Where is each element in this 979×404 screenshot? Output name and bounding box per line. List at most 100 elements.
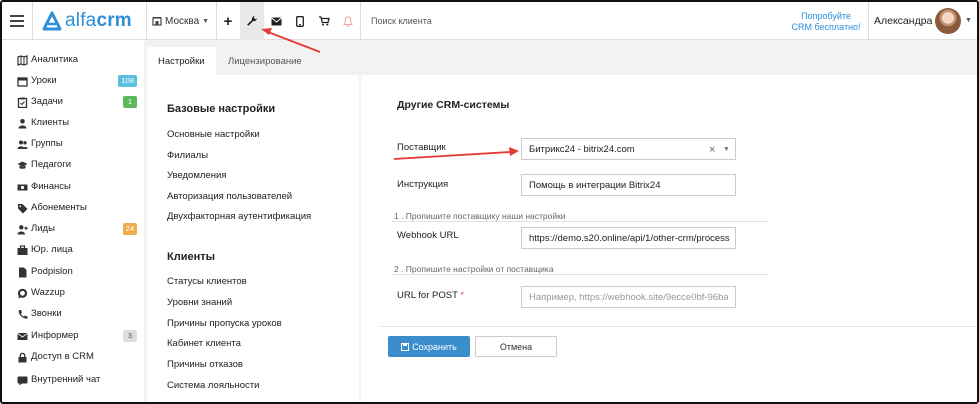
- user-icon: [18, 119, 27, 129]
- add-button[interactable]: +: [216, 2, 240, 40]
- crm-integration-panel: Другие CRM-системы Поставщик Битрикс24 -…: [361, 75, 977, 402]
- settings-button[interactable]: [240, 2, 264, 40]
- menu-link[interactable]: Филиалы: [167, 150, 208, 161]
- chevron-down-icon[interactable]: ▼: [723, 146, 730, 153]
- tab-settings[interactable]: Настройки: [147, 47, 216, 75]
- briefcase-icon: [17, 245, 28, 255]
- count-badge: 3: [123, 330, 137, 342]
- divider: [32, 2, 33, 40]
- sidebar-item-label: Звонки: [31, 308, 62, 319]
- user-plus-icon: [17, 225, 28, 235]
- sidebar-item-label: Podpislon: [31, 266, 73, 277]
- bell-icon: [343, 15, 353, 27]
- menu-icon[interactable]: [10, 15, 24, 27]
- post-url-input[interactable]: [521, 286, 736, 308]
- mail-icon: [270, 16, 282, 25]
- sidebar-item[interactable]: Лиды 24: [2, 219, 144, 240]
- cancel-button[interactable]: Отмена: [475, 336, 557, 357]
- city-selector[interactable]: Москва ▼: [152, 2, 216, 40]
- webhook-label: Webhook URL: [397, 230, 459, 241]
- sidebar-item[interactable]: Wazzup: [2, 283, 144, 304]
- mobile-button[interactable]: [288, 2, 312, 40]
- clear-icon[interactable]: ×: [709, 144, 715, 156]
- menu-link[interactable]: Статусы клиентов: [167, 276, 247, 287]
- sidebar-item[interactable]: Информер 3: [2, 326, 144, 347]
- sidebar-item-label: Аналитика: [31, 54, 79, 65]
- sidebar-item[interactable]: Педагоги: [2, 155, 144, 176]
- menu-section-clients: Клиенты: [167, 251, 216, 263]
- graduation-cap-icon: [17, 161, 28, 169]
- phone-icon: [18, 310, 28, 319]
- menu-link[interactable]: Кабинет клиента: [167, 338, 241, 349]
- count-badge: 108: [118, 75, 137, 87]
- tab-licensing[interactable]: Лицензирование: [217, 47, 313, 75]
- menu-link[interactable]: Основные настройки: [167, 129, 260, 140]
- webhook-url-field[interactable]: https://demo.s20.online/api/1/other-crm/…: [521, 227, 736, 249]
- avatar[interactable]: [935, 8, 961, 34]
- divider: [146, 2, 147, 40]
- envelope-icon: [17, 332, 28, 340]
- mobile-icon: [296, 15, 304, 27]
- sidebar-item[interactable]: Клиенты: [2, 113, 144, 134]
- sidebar-item[interactable]: Уроки 108: [2, 71, 144, 92]
- instruction-value: Помощь в интеграции Bitrix24: [529, 179, 661, 191]
- panel-title: Другие CRM-системы: [397, 99, 510, 111]
- step1-hint: 1 . Пропишите поставщику наши настройки: [394, 211, 566, 221]
- save-label: Сохранить: [412, 341, 457, 352]
- menu-section-basic: Базовые настройки: [167, 103, 276, 115]
- menu-link[interactable]: Уведомления: [167, 170, 226, 181]
- calendar-icon: [17, 77, 28, 87]
- sidebar-item-label: Задачи: [31, 96, 63, 107]
- try-free-line2: CRM бесплатно!: [791, 22, 861, 32]
- money-icon: [17, 184, 28, 191]
- cart-button[interactable]: [312, 2, 336, 40]
- step2-hint: 2 . Пропишите настройки от поставщика: [394, 264, 554, 274]
- cart-icon: [318, 16, 330, 26]
- sidebar-item[interactable]: Абонементы: [2, 198, 144, 219]
- count-badge: 1: [123, 96, 137, 108]
- mail-button[interactable]: [264, 2, 288, 40]
- sidebar-item[interactable]: Podpislon: [2, 262, 144, 283]
- count-badge: 24: [122, 223, 137, 235]
- menu-link[interactable]: Двухфакторная аутентификация: [167, 211, 311, 222]
- provider-select[interactable]: Битрикс24 - bitrix24.com: [521, 138, 736, 160]
- save-button[interactable]: Сохранить: [388, 336, 470, 357]
- chevron-down-icon[interactable]: ▼: [965, 17, 972, 24]
- user-name[interactable]: Александра: [874, 15, 932, 27]
- sidebar-item[interactable]: Доступ в CRM: [2, 347, 144, 368]
- sidebar-item[interactable]: Финансы: [2, 177, 144, 198]
- sidebar-item[interactable]: Аналитика: [2, 50, 144, 71]
- try-free-line1: Попробуйте: [801, 11, 851, 21]
- chevron-down-icon: ▼: [202, 17, 210, 25]
- menu-link[interactable]: Причины отказов: [167, 359, 243, 370]
- notifications-button[interactable]: [336, 2, 360, 40]
- cancel-label: Отмена: [499, 341, 533, 352]
- sidebar-item-label: Клиенты: [31, 117, 70, 128]
- sidebar-item[interactable]: Задачи 1: [2, 92, 144, 113]
- sidebar-item-label: Информер: [31, 330, 79, 341]
- sidebar-item-label: Уроки: [31, 75, 57, 86]
- alfacrm-logo-icon: [42, 11, 62, 31]
- logo[interactable]: alfacrm: [42, 10, 132, 31]
- menu-link[interactable]: Причины пропуска уроков: [167, 318, 282, 329]
- try-free-link[interactable]: Попробуйте CRM бесплатно!: [788, 11, 864, 33]
- divider: [868, 2, 869, 40]
- sidebar-item-label: Лиды: [31, 223, 55, 234]
- sidebar-item[interactable]: Группы: [2, 134, 144, 155]
- menu-link[interactable]: Система лояльности: [167, 380, 259, 391]
- sidebar-item-label: Внутренний чат: [31, 374, 101, 385]
- menu-link[interactable]: Авторизация пользователей: [167, 191, 292, 202]
- instruction-link[interactable]: Помощь в интеграции Bitrix24: [521, 174, 736, 196]
- required-mark: *: [460, 290, 465, 301]
- provider-value: Битрикс24 - bitrix24.com: [529, 143, 635, 155]
- sidebar-item-label: Доступ в CRM: [31, 351, 94, 362]
- divider: [391, 274, 769, 275]
- client-search-input[interactable]: [367, 2, 567, 40]
- document-icon: [19, 267, 27, 278]
- sidebar-item[interactable]: Юр. лица: [2, 240, 144, 261]
- logo-text: alfacrm: [65, 10, 132, 31]
- sidebar-item[interactable]: Звонки: [2, 304, 144, 325]
- menu-link[interactable]: Уровни знаний: [167, 297, 232, 308]
- city-name: Москва: [165, 15, 200, 27]
- sidebar-item[interactable]: Внутренний чат: [2, 370, 144, 391]
